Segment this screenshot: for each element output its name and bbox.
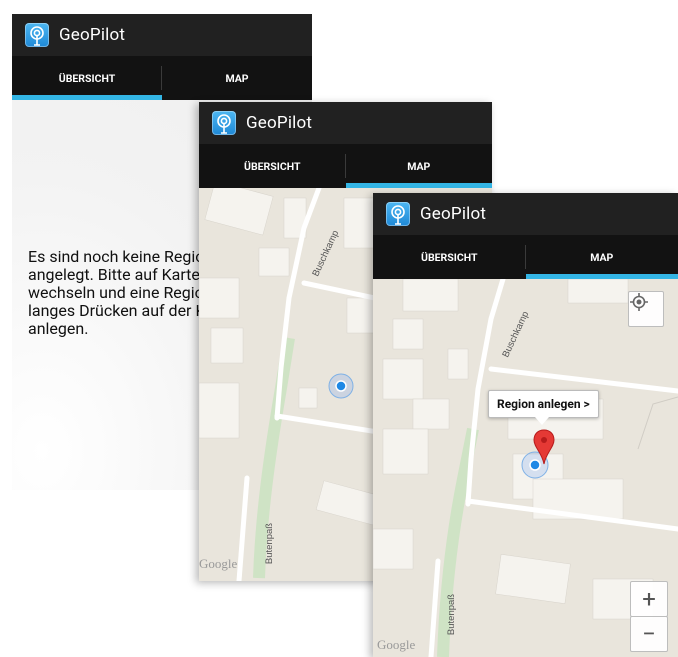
my-location-button[interactable] — [628, 291, 664, 327]
my-location-icon — [630, 293, 648, 311]
app-icon — [386, 202, 410, 226]
street-label-butenpass: Butenpaß — [264, 522, 276, 565]
tab-bar: ÜBERSICHT MAP — [373, 235, 678, 279]
tab-overview-label: ÜBERSICHT — [244, 159, 301, 173]
create-region-label: Region anlegen > — [497, 397, 590, 411]
zoom-out-label: − — [642, 620, 656, 648]
app-title: GeoPilot — [420, 204, 487, 224]
action-bar: GeoPilot — [12, 14, 312, 56]
tab-map-label: MAP — [590, 250, 614, 264]
zoom-in-label: + — [642, 585, 656, 613]
app-icon — [25, 23, 49, 47]
action-bar: GeoPilot — [373, 193, 678, 235]
street-label-butenpass: Butenpaß — [446, 593, 458, 636]
tab-bar: ÜBERSICHT MAP — [199, 144, 492, 188]
screen-map-region: GeoPilot ÜBERSICHT MAP Buschkamp Butenpa… — [373, 193, 678, 657]
app-title: GeoPilot — [59, 25, 126, 45]
tab-overview[interactable]: ÜBERSICHT — [12, 56, 162, 100]
tab-map-label: MAP — [225, 71, 249, 85]
map-attribution: Google — [377, 637, 416, 652]
map-attribution: Google — [199, 556, 238, 571]
tab-bar: ÜBERSICHT MAP — [12, 56, 312, 100]
tab-map[interactable]: MAP — [162, 56, 312, 100]
action-bar: GeoPilot — [199, 102, 492, 144]
tab-overview[interactable]: ÜBERSICHT — [373, 235, 526, 279]
map-view[interactable]: Buschkamp Butenpaß Region anlegen > + − … — [373, 279, 678, 657]
tab-overview[interactable]: ÜBERSICHT — [199, 144, 346, 188]
zoom-out-button[interactable]: − — [630, 616, 668, 652]
create-region-callout[interactable]: Region anlegen > — [488, 390, 599, 425]
app-icon — [212, 111, 236, 135]
tab-overview-label: ÜBERSICHT — [421, 250, 478, 264]
tab-overview-label: ÜBERSICHT — [58, 71, 116, 85]
tab-map[interactable]: MAP — [525, 235, 678, 279]
zoom-in-button[interactable]: + — [630, 581, 668, 617]
app-title: GeoPilot — [246, 113, 313, 133]
map-pin-icon[interactable] — [533, 429, 555, 465]
tab-map[interactable]: MAP — [345, 144, 493, 188]
current-position-dot — [328, 373, 354, 399]
tab-map-label: MAP — [407, 159, 431, 173]
